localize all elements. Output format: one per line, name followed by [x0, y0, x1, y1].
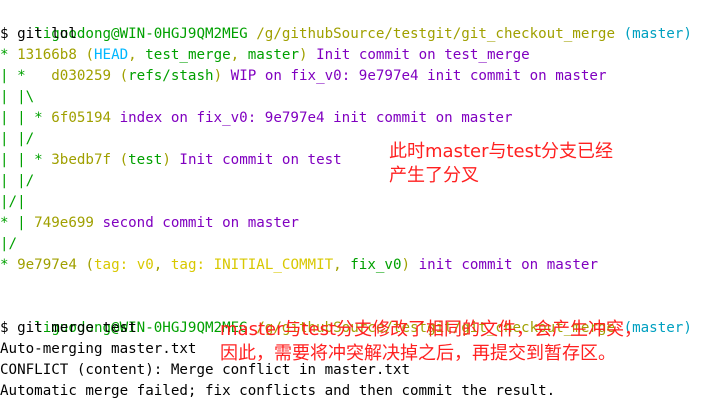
graph-edges: * [0, 257, 18, 273]
git-log-line: | | * 6f05194 index on fix_v0: 9e797e4 i… [0, 108, 513, 129]
git-log-line: | * d030259 (refs/stash) WIP on fix_v0: … [0, 68, 607, 84]
graph-edges: |/| [0, 194, 26, 210]
commit-message: index on fix_v0: 9e797e4 init commit on … [119, 110, 513, 126]
graph-edges: | | * [0, 152, 52, 168]
ref-label: master [247, 47, 300, 63]
merge-failed-line: Automatic merge failed; fix conflicts an… [0, 383, 556, 399]
commit-hash: 3bedb7f [51, 152, 112, 168]
git-log-line: * | 749e699 second commit on master [0, 213, 299, 234]
ref-label: refs/stash [128, 68, 214, 84]
commit-message: second commit on master [102, 215, 299, 231]
commit-hash: 6f05194 [51, 110, 112, 126]
ref-label: HEAD [93, 47, 129, 63]
graph-edges: |/ [0, 236, 18, 252]
commit-hash: 749e699 [34, 215, 94, 231]
git-log-line: | |/ [0, 171, 34, 192]
commit-message: Init commit on test [179, 152, 342, 168]
graph-edges: | | * [0, 110, 52, 126]
ref-label: test [128, 152, 163, 168]
graph-edges: | |\ [0, 89, 35, 105]
annotation-conflict-line2: 因此，需要将冲突解决掉之后，再提交到暂存区。 [220, 343, 616, 364]
git-log-line: * 13166b8 (HEAD, test_merge, master) Ini… [0, 47, 530, 63]
graph-edges: | * [0, 68, 52, 84]
git-log-line: |/ [0, 234, 17, 255]
git-log-line: |/| [0, 192, 26, 213]
prompt-branch: (master) [623, 26, 692, 42]
git-log-line: | |\ [0, 87, 34, 108]
prompt-header-1: liguodong@WIN-0HGJ9QM2MEG /g/githubSourc… [0, 3, 692, 42]
graph-edges: * | [0, 215, 35, 231]
commit-hash: d030259 [51, 68, 112, 84]
merge-output-line: Auto-merging master.txt [0, 341, 197, 357]
commit-hash: 9e797e4 [17, 257, 77, 273]
annotation-diverged-line2: 产生了分叉 [389, 165, 479, 186]
annotation-diverged-line1: 此时master与test分支已经 [389, 141, 614, 162]
git-log-line: * 9e797e4 (tag: v0, tag: INITIAL_COMMIT,… [0, 257, 598, 273]
commit-hash: 13166b8 [17, 47, 77, 63]
prompt-header-2: liguodong@WIN-0HGJ9QM2MEG /g/githubSourc… [0, 297, 692, 336]
ref-label: tag: INITIAL_COMMIT [170, 257, 334, 273]
command-line-2: $ git merge test [0, 320, 137, 336]
commit-message: Init commit on test_merge [316, 47, 530, 63]
graph-edges: | |/ [0, 173, 35, 189]
command-line-1: $ git lol [0, 26, 77, 42]
commit-message: init commit on master [418, 257, 598, 273]
git-log-line: | | * 3bedb7f (test) Init commit on test [0, 152, 342, 168]
prompt-path: /g/githubSource/testgit/git_checkout_mer… [256, 26, 616, 42]
ref-label: tag: v0 [93, 257, 154, 273]
git-log-line: | |/ [0, 129, 34, 150]
graph-edges: | |/ [0, 131, 35, 147]
graph-edges: * [0, 47, 18, 63]
ref-label: test_merge [145, 47, 231, 63]
annotation-conflict-line1: master与test分支修改了相同的文件，会产生冲突， [220, 319, 643, 340]
commit-message: WIP on fix_v0: 9e797e4 init commit on ma… [230, 68, 607, 84]
ref-label: fix_v0 [350, 257, 402, 273]
